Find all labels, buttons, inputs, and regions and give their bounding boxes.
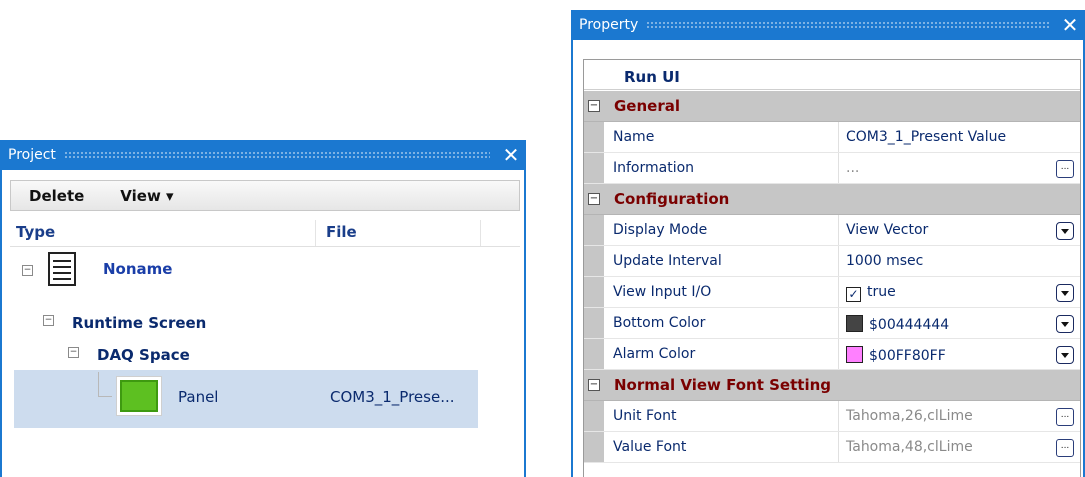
color-value: $00FF80FF: [869, 348, 946, 364]
column-type[interactable]: Type: [16, 223, 55, 241]
property-titlebar[interactable]: Property ✕: [573, 10, 1083, 40]
close-icon[interactable]: ✕: [498, 143, 524, 167]
checkbox-value: true: [867, 284, 896, 300]
property-value[interactable]: Tahoma,48,clLime: [846, 439, 973, 455]
property-row-view-input[interactable]: View Input I/O ✓ true: [584, 277, 1080, 308]
project-titlebar[interactable]: Project ✕: [2, 140, 524, 170]
property-object-name: Run UI: [624, 68, 680, 86]
document-icon: [48, 252, 76, 286]
project-toolbar: Delete View ▾: [10, 180, 520, 211]
property-label: Update Interval: [613, 253, 722, 269]
ellipsis-button[interactable]: ...: [1056, 160, 1074, 178]
property-label: Display Mode: [613, 222, 708, 238]
property-label: Unit Font: [613, 408, 677, 424]
property-row-update-interval[interactable]: Update Interval 1000 msec: [584, 246, 1080, 277]
color-swatch: [846, 346, 863, 363]
titlebar-grip[interactable]: [646, 21, 1049, 29]
collapse-icon[interactable]: −: [588, 379, 600, 391]
color-value: $00444444: [869, 317, 950, 333]
property-row-bottom-color[interactable]: Bottom Color $00444444: [584, 308, 1080, 339]
delete-button[interactable]: Delete: [11, 187, 102, 205]
project-title: Project: [8, 147, 56, 163]
property-row-value-font[interactable]: Value Font Tahoma,48,clLime ...: [584, 432, 1080, 463]
property-label: Alarm Color: [613, 346, 696, 362]
category-label: General: [614, 97, 680, 115]
property-row-information[interactable]: Information ... ...: [584, 153, 1080, 184]
property-label: Information: [613, 160, 695, 176]
tree-connector: [98, 396, 112, 397]
panel-icon: [116, 376, 162, 416]
tree-node-noname[interactable]: Noname: [103, 260, 172, 278]
collapse-icon[interactable]: −: [43, 315, 54, 326]
collapse-icon[interactable]: −: [588, 100, 600, 112]
property-value[interactable]: 1000 msec: [846, 253, 923, 269]
category-label: Configuration: [614, 190, 730, 208]
property-label: Value Font: [613, 439, 687, 455]
collapse-icon[interactable]: −: [588, 193, 600, 205]
dropdown-button[interactable]: [1056, 222, 1074, 240]
dropdown-button[interactable]: [1056, 315, 1074, 333]
property-value[interactable]: View Vector: [846, 222, 928, 238]
property-label: View Input I/O: [613, 284, 712, 300]
property-row-alarm-color[interactable]: Alarm Color $00FF80FF: [584, 339, 1080, 370]
panel-file-value: COM3_1_Prese...: [330, 388, 455, 406]
ellipsis-button[interactable]: ...: [1056, 408, 1074, 426]
property-value[interactable]: ...: [846, 160, 859, 176]
dropdown-button[interactable]: [1056, 284, 1074, 302]
color-swatch: [846, 315, 863, 332]
titlebar-grip[interactable]: [63, 151, 490, 159]
project-panel: Project ✕ Delete View ▾ Type File − Nona…: [0, 140, 526, 477]
property-row-unit-font[interactable]: Unit Font Tahoma,26,clLime ...: [584, 401, 1080, 432]
tree-node-panel[interactable]: Panel: [178, 388, 218, 406]
collapse-icon[interactable]: −: [22, 265, 33, 276]
tree-node-daq-space[interactable]: DAQ Space: [97, 346, 190, 364]
category-label: Normal View Font Setting: [614, 376, 832, 394]
property-title: Property: [579, 17, 639, 33]
checkbox[interactable]: ✓: [846, 287, 861, 302]
property-value[interactable]: Tahoma,26,clLime: [846, 408, 973, 424]
property-panel: Property ✕ Run UI − General Name COM3_1_…: [571, 10, 1085, 477]
property-value[interactable]: ✓ true: [846, 284, 896, 302]
close-icon[interactable]: ✕: [1057, 13, 1083, 37]
property-row-display-mode[interactable]: Display Mode View Vector: [584, 215, 1080, 246]
property-label: Bottom Color: [613, 315, 706, 331]
category-font-setting[interactable]: − Normal View Font Setting: [584, 370, 1080, 401]
tree-connector: [98, 372, 99, 396]
property-grid: Run UI − General Name COM3_1_Present Val…: [583, 59, 1081, 477]
property-row-name[interactable]: Name COM3_1_Present Value: [584, 122, 1080, 153]
tree-node-runtime-screen[interactable]: Runtime Screen: [72, 314, 206, 332]
view-menu-button[interactable]: View ▾: [102, 187, 191, 205]
property-value[interactable]: $00444444: [846, 315, 949, 333]
project-column-header: Type File: [10, 220, 520, 247]
collapse-icon[interactable]: −: [68, 347, 79, 358]
property-label: Name: [613, 129, 655, 145]
dropdown-button[interactable]: [1056, 346, 1074, 364]
property-value[interactable]: $00FF80FF: [846, 346, 946, 364]
property-value[interactable]: COM3_1_Present Value: [846, 129, 1006, 145]
column-divider[interactable]: [315, 220, 316, 246]
property-header-row: Run UI: [584, 60, 1080, 90]
category-configuration[interactable]: − Configuration: [584, 184, 1080, 215]
column-divider[interactable]: [480, 220, 481, 246]
category-general[interactable]: − General: [584, 91, 1080, 122]
ellipsis-button[interactable]: ...: [1056, 439, 1074, 457]
column-file[interactable]: File: [326, 223, 357, 241]
